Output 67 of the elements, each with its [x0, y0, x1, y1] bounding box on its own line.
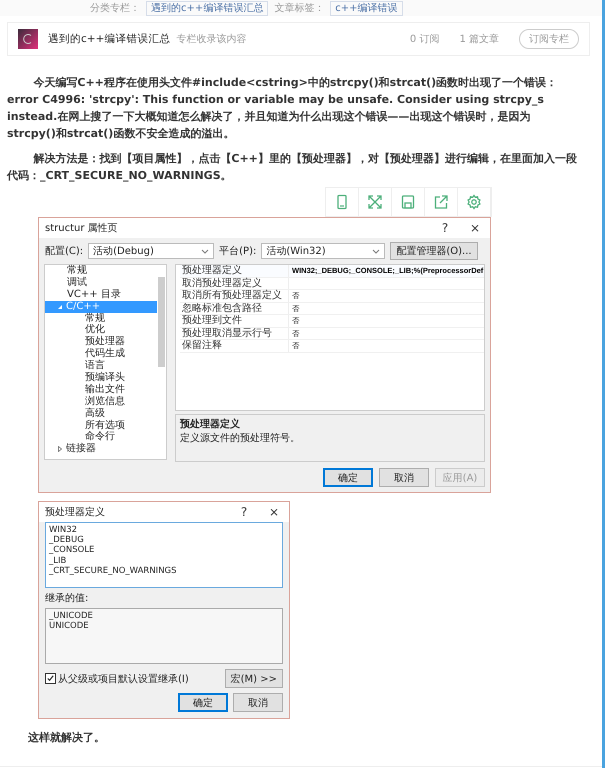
inherited-values-label: 继承的值: — [45, 592, 90, 605]
property-name[interactable]: 预处理取消显示行号 — [180, 328, 289, 339]
dialog-button[interactable]: 取消 — [379, 468, 429, 487]
tree-item[interactable]: 输出文件 — [45, 384, 157, 396]
dialog-title: structur 属性页 — [45, 222, 118, 235]
property-name[interactable]: 忽略标准包含路径 — [180, 302, 289, 314]
tree-item[interactable]: 常规 — [45, 265, 157, 277]
checkbox-label[interactable]: 从父级或项目默认设置继承(I) — [58, 672, 189, 686]
close-button[interactable]: × — [460, 220, 490, 236]
dialog-button[interactable]: 取消 — [233, 693, 283, 712]
tree-item[interactable]: 链接器 — [45, 443, 157, 456]
tree-item[interactable]: 优化 — [45, 324, 157, 336]
platform-label: 平台(P): — [219, 244, 256, 258]
article-count: 1 篇文章 — [459, 32, 499, 46]
chevron-down-icon[interactable] — [372, 248, 380, 254]
collapsed-triangle-icon[interactable] — [57, 446, 63, 452]
tree-item[interactable]: 高级 — [45, 408, 157, 420]
config-dropdown[interactable]: 活动(Debug) — [88, 243, 214, 259]
tree-item[interactable]: 预处理器 — [45, 336, 157, 348]
tree-item[interactable]: 常规 — [45, 312, 157, 324]
checkbox[interactable] — [45, 673, 56, 684]
dialog-button[interactable]: 确定 — [178, 693, 228, 712]
inherited-value: _UNICODE — [49, 611, 94, 622]
description-text: 定义源文件的预处理符号。 — [180, 432, 301, 445]
property-name[interactable]: 预处理到文件 — [180, 315, 289, 326]
column-subtitle: 专栏收录该内容 — [176, 32, 246, 46]
macros-button[interactable]: 宏(M) >> — [224, 669, 283, 688]
column-title[interactable]: 遇到的c++编译错误汇总 — [48, 32, 170, 46]
chevron-down-icon[interactable] — [201, 248, 210, 254]
tree-item[interactable]: 浏览信息 — [45, 396, 157, 408]
tree-item[interactable]: 代码生成 — [45, 348, 157, 360]
description-title: 预处理器定义 — [180, 417, 241, 431]
expanded-triangle-icon[interactable] — [57, 304, 63, 310]
help-button[interactable]: ? — [229, 504, 259, 520]
dialog-title: 预处理器定义 — [45, 506, 105, 519]
closing-text: 这样就解决了。 — [26, 730, 106, 746]
dialog-button[interactable]: 确定 — [323, 468, 373, 487]
category-tag[interactable]: 遇到的c++编译错误汇总 — [146, 0, 268, 16]
close-button[interactable]: × — [259, 504, 289, 520]
inherited-value: UNICODE — [49, 621, 90, 632]
definition-line: _CONSOLE — [49, 545, 96, 556]
definition-line: _CRT_SECURE_NO_WARNINGS — [49, 566, 178, 576]
tree-item[interactable]: 预编译头 — [45, 372, 157, 384]
platform-dropdown[interactable]: 活动(Win32) — [261, 243, 386, 259]
definition-line: WIN32 — [49, 525, 78, 536]
tree-item[interactable]: 调试 — [45, 276, 157, 289]
property-name[interactable]: 保留注释 — [180, 340, 289, 352]
article-paragraph: 解决方法是：找到【项目属性】，点击【C++】里的【预处理器】，对【预处理器】进行编辑，在里面加入一段代码：_CRT_SECURE_NO_WARNINGS。 — [7, 151, 578, 184]
tree-item[interactable]: 语言 — [45, 360, 157, 372]
column-logo-icon — [18, 29, 38, 49]
config-label: 配置(C): — [45, 244, 84, 258]
definition-line: _DEBUG — [49, 535, 85, 546]
article-tag[interactable]: c++编译错误 — [330, 0, 403, 16]
property-name[interactable]: 取消所有预处理器定义 — [180, 290, 289, 302]
tree-item[interactable]: 所有选项 — [45, 420, 157, 432]
scrollbar[interactable] — [158, 277, 165, 367]
definition-line: _LIB — [49, 556, 68, 566]
property-name[interactable]: 取消预处理器定义 — [180, 278, 289, 289]
category-label: 分类专栏： — [90, 2, 140, 15]
tree-item[interactable]: VC++ 目录 — [45, 288, 157, 301]
article-paragraph: 今天编写C++程序在使用头文件#include<cstring>中的strcpy()和strcat()函数时出现了一个错误：error C4996: 'strcpy': This function or variable may be unsafe. Consider using strcpy_s instead.在网上搜了一下大概知道怎么解决了，并且知道为什么出现这个错误——出现这个错误时，是因为strcpy()和strcat()函数不安全造成的溢出。 — [7, 75, 558, 142]
definitions-text-area[interactable]: WIN32 _DEBUG _CONSOLE _LIB _CRT_SECURE_NO_WARNINGS — [45, 522, 283, 588]
subscriber-count: 0 订阅 — [410, 33, 440, 46]
help-button[interactable]: ? — [430, 220, 460, 236]
config-manager-button[interactable]: 配置管理器(O)... — [390, 242, 478, 260]
tags-label: 文章标签： — [274, 2, 324, 15]
tree-item[interactable]: 命令行 — [45, 431, 157, 444]
